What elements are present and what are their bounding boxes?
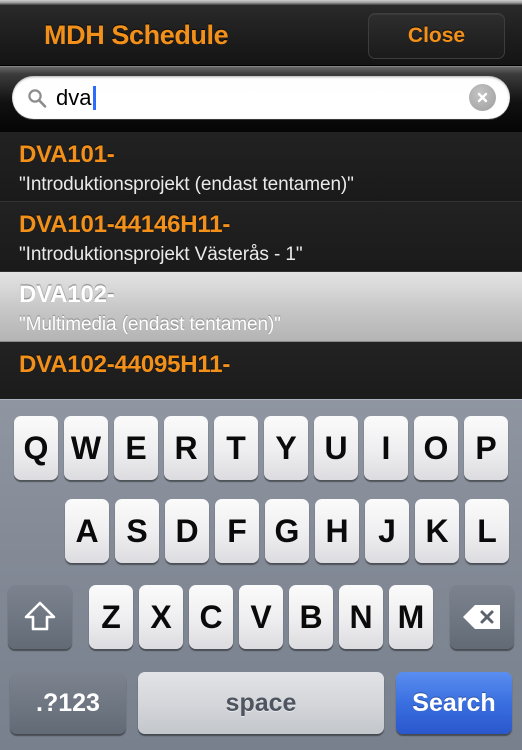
- key-x[interactable]: X: [139, 585, 183, 649]
- key-t[interactable]: T: [214, 416, 258, 480]
- key-o[interactable]: O: [414, 416, 458, 480]
- text-cursor: [93, 85, 97, 110]
- list-item[interactable]: DVA101-44146H11- "Introduktionsprojekt V…: [0, 202, 522, 272]
- navigation-bar: MDH Schedule Close: [0, 5, 522, 66]
- key-a[interactable]: A: [65, 499, 109, 563]
- keyboard-row-3: Z X C V B N M: [0, 574, 522, 660]
- search-text-wrapper: dva: [56, 84, 469, 110]
- keyboard-row-2: A S D F G H J K L: [0, 488, 522, 574]
- key-p[interactable]: P: [464, 416, 508, 480]
- backspace-key[interactable]: [450, 585, 514, 649]
- search-icon: [28, 88, 47, 108]
- course-code: DVA102-: [19, 281, 115, 308]
- key-s[interactable]: S: [115, 499, 159, 563]
- key-v[interactable]: V: [239, 585, 283, 649]
- search-input[interactable]: dva: [12, 76, 510, 119]
- numbers-key[interactable]: .?123: [10, 672, 126, 734]
- key-i[interactable]: I: [364, 416, 408, 480]
- key-y[interactable]: Y: [264, 416, 308, 480]
- close-button-label: Close: [407, 24, 466, 47]
- key-l[interactable]: L: [465, 499, 509, 563]
- search-results-list[interactable]: DVA101- "Introduktionsprojekt (endast te…: [0, 132, 522, 400]
- key-b[interactable]: B: [289, 585, 333, 649]
- close-button[interactable]: Close: [368, 13, 505, 59]
- key-q[interactable]: Q: [14, 416, 58, 480]
- key-m[interactable]: M: [389, 585, 433, 649]
- space-key[interactable]: space: [138, 672, 384, 734]
- course-code: DVA101-44146H11-: [19, 211, 231, 238]
- close-icon: [477, 92, 488, 103]
- key-f[interactable]: F: [215, 499, 259, 563]
- course-code: DVA101-: [19, 141, 115, 168]
- keyboard-row-4: .?123 space Search: [0, 660, 522, 746]
- onscreen-keyboard: Q W E R T Y U I O P A S D F G H J K L Z …: [0, 399, 522, 750]
- backspace-icon: [463, 605, 500, 629]
- key-c[interactable]: C: [189, 585, 233, 649]
- list-item[interactable]: DVA102-44095H11-: [0, 342, 522, 400]
- course-name: "Introduktionsprojekt Västerås - 1": [19, 244, 303, 265]
- search-key[interactable]: Search: [396, 672, 512, 734]
- key-n[interactable]: N: [339, 585, 383, 649]
- search-bar: dva: [0, 66, 522, 132]
- key-z[interactable]: Z: [89, 585, 133, 649]
- shift-key[interactable]: [8, 585, 72, 649]
- key-g[interactable]: G: [265, 499, 309, 563]
- course-name: "Introduktionsprojekt (endast tentamen)": [19, 174, 354, 195]
- list-item-selected[interactable]: DVA102- "Multimedia (endast tentamen)": [0, 272, 522, 342]
- key-e[interactable]: E: [114, 416, 158, 480]
- app-screen: MDH Schedule Close dva DVA101- "Introduk…: [0, 0, 522, 750]
- keyboard-row-1: Q W E R T Y U I O P: [0, 400, 522, 488]
- list-item[interactable]: DVA101- "Introduktionsprojekt (endast te…: [0, 132, 522, 202]
- course-name: "Multimedia (endast tentamen)": [19, 314, 281, 335]
- search-value: dva: [56, 84, 92, 110]
- key-j[interactable]: J: [365, 499, 409, 563]
- shift-arrow-icon: [24, 601, 56, 631]
- key-h[interactable]: H: [315, 499, 359, 563]
- clear-search-button[interactable]: [469, 84, 496, 111]
- course-code: DVA102-44095H11-: [19, 351, 231, 378]
- key-k[interactable]: K: [415, 499, 459, 563]
- page-title: MDH Schedule: [44, 19, 229, 50]
- key-u[interactable]: U: [314, 416, 358, 480]
- key-r[interactable]: R: [164, 416, 208, 480]
- key-d[interactable]: D: [165, 499, 209, 563]
- key-w[interactable]: W: [64, 416, 108, 480]
